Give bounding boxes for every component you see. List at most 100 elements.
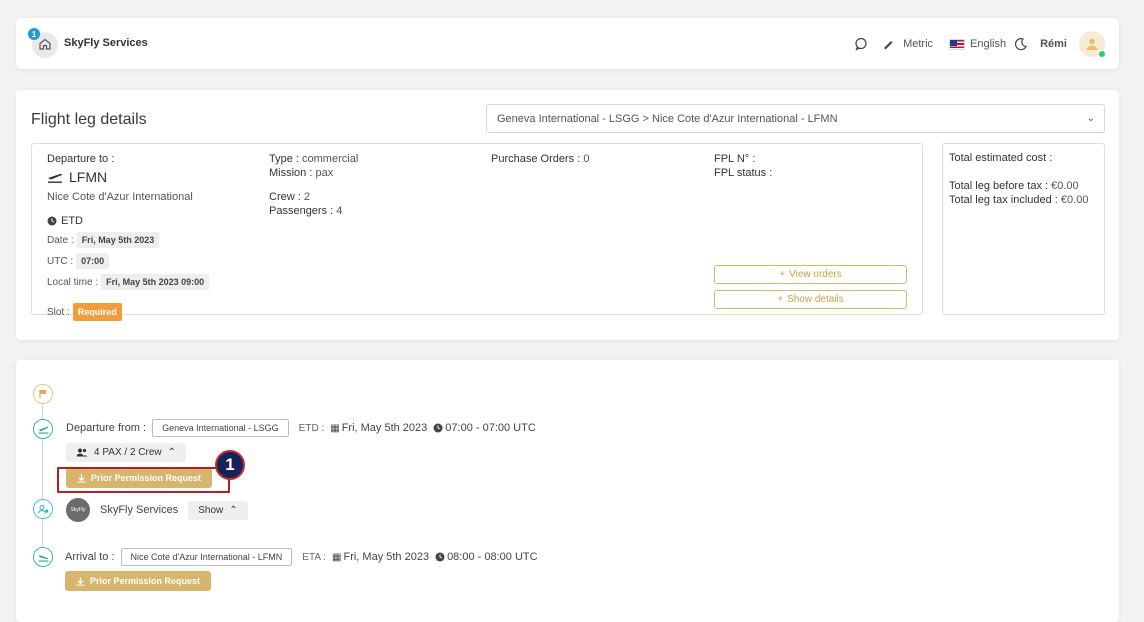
page-title: Flight leg details (31, 111, 147, 128)
step-number-badge: 1 (215, 450, 245, 480)
clock-icon (47, 216, 57, 226)
before-tax-label: Total leg before tax : (949, 180, 1049, 192)
pax-crew-label: 4 PAX / 2 Crew (94, 447, 162, 458)
cost-summary-panel: Total estimated cost : Total leg before … (942, 143, 1105, 315)
show-details-label: Show details (787, 294, 844, 305)
language-selector[interactable]: English (949, 38, 1006, 50)
slot-status-badge: Required (72, 303, 122, 321)
local-time-row: Local time : Fri, May 5th 2023 09:00 (47, 274, 257, 290)
view-orders-button[interactable]: + View orders (714, 265, 907, 284)
departure-airport-name: Nice Cote d'Azur International (47, 191, 193, 203)
moon-icon (1015, 38, 1028, 51)
utc-value: 07:00 (76, 253, 110, 269)
chevron-up-icon: ⌃ (167, 447, 177, 458)
date-value: Fri, May 5th 2023 (76, 232, 160, 248)
etd-row: ETD (47, 214, 257, 228)
chevron-up-icon: ⌃ (229, 504, 238, 516)
leg-select-value: Geneva International - LSGG > Nice Cote … (497, 113, 838, 125)
date-label: Date : (47, 235, 74, 246)
passengers-value: 4 (336, 205, 343, 217)
brand-name: SkyFly Services (64, 37, 148, 49)
date-row: Date : Fri, May 5th 2023 (47, 232, 257, 248)
ruler-icon (884, 41, 893, 50)
show-label: Show (198, 504, 224, 516)
fpl-column: FPL N° : FPL status : (714, 152, 914, 180)
user-avatar[interactable] (1079, 31, 1106, 58)
ppr-label: Prior Permission Request (90, 576, 201, 586)
download-icon (76, 577, 85, 586)
us-flag-icon (949, 38, 966, 50)
language-label: English (970, 38, 1007, 50)
slot-row: Slot : Required (47, 303, 257, 321)
local-time-label: Local time : (47, 277, 99, 288)
home-icon (38, 37, 52, 54)
online-status-indicator (1098, 50, 1106, 58)
mission-label: Mission : (269, 167, 313, 179)
plane-departure-icon (48, 173, 62, 183)
flag-icon (38, 390, 47, 399)
departure-row: Departure from : Geneva International - … (66, 417, 536, 439)
departure-from-label: Departure from : (66, 422, 147, 434)
cost-title: Total estimated cost : (949, 152, 1053, 164)
operator-show-toggle[interactable]: Show ⌃ (188, 500, 248, 520)
leg-select[interactable]: Geneva International - LSGG > Nice Cote … (486, 104, 1105, 133)
flight-leg-details-card: Flight leg details Geneva International … (16, 90, 1119, 340)
clock-icon (433, 423, 443, 433)
operator-name: SkyFly Services (100, 504, 179, 516)
etd-label: ETD (61, 215, 83, 227)
purchase-orders-column: Purchase Orders : 0 (491, 152, 691, 166)
pax-crew-row: 4 PAX / 2 Crew ⌃ (66, 443, 187, 462)
arrival-ppr-button[interactable]: Prior Permission Request (65, 571, 212, 591)
local-time-value: Fri, May 5th 2023 09:00 (101, 274, 210, 290)
arrival-node (33, 547, 53, 567)
units-toggle[interactable]: Metric (882, 38, 933, 50)
crew-value: 2 (303, 191, 310, 203)
view-orders-label: View orders (789, 269, 842, 280)
theme-toggle[interactable] (1014, 37, 1028, 51)
purchase-orders-label: Purchase Orders : (491, 153, 581, 165)
plane-arrival-icon (38, 554, 48, 562)
show-details-button[interactable]: + Show details (714, 290, 907, 309)
eta-date: Fri, May 5th 2023 (343, 551, 430, 563)
user-name[interactable]: Rémi (1040, 38, 1067, 50)
fpl-number-label: FPL N° : (714, 153, 756, 165)
home-button[interactable]: 1 (28, 28, 58, 58)
tax-included-label: Total leg tax included : (949, 194, 1058, 206)
units-label: Metric (903, 38, 934, 50)
mission-value: pax (315, 167, 334, 179)
pax-crew-toggle[interactable]: 4 PAX / 2 Crew ⌃ (66, 443, 187, 462)
chat-button[interactable] (854, 37, 868, 51)
before-tax-value: €0.00 (1051, 180, 1079, 192)
departure-code: LFMN (69, 169, 108, 185)
arrival-airport-box: Nice Cote d'Azur International - LFMN (120, 548, 293, 566)
eta-time: 08:00 - 08:00 UTC (447, 551, 538, 563)
utc-label: UTC : (47, 256, 74, 267)
notification-badge: 1 (28, 28, 40, 40)
slot-label: Slot : (47, 307, 70, 318)
purchase-orders-value: 0 (583, 153, 590, 165)
fpl-status-label: FPL status : (714, 167, 773, 179)
user-plus-icon (37, 504, 48, 514)
plus-icon: + (779, 269, 786, 280)
crew-label: Crew : (269, 191, 301, 203)
utc-row: UTC :07:00 (47, 253, 257, 269)
top-right-controls: Metric English Rémi (854, 30, 1106, 58)
calendar-icon: ▦ (330, 422, 340, 434)
timeline-card: Departure from : Geneva International - … (16, 360, 1119, 622)
type-value: commercial (302, 153, 359, 165)
highlight-box (57, 467, 230, 493)
departure-to-label: Departure to : (47, 153, 115, 165)
plus-icon: + (777, 294, 784, 305)
operator-node (33, 499, 53, 519)
departure-column: Departure to : LFMN Nice Cote d'Azur Int… (47, 152, 257, 321)
chevron-down-icon: ⌄ (1086, 113, 1095, 124)
departure-code-row: LFMN (47, 170, 257, 184)
operator-row: SkyFly SkyFly Services Show ⌃ (66, 498, 248, 522)
plane-departure-icon (38, 426, 48, 434)
tax-included-value: €0.00 (1060, 194, 1089, 206)
passengers-label: Passengers : (269, 205, 334, 217)
operator-logo: SkyFly (66, 498, 90, 522)
top-bar: 1 SkyFly Services Metric English Rémi (16, 18, 1119, 69)
arrival-to-label: Arrival to : (65, 551, 115, 563)
etd-time: 07:00 - 07:00 UTC (445, 422, 536, 434)
